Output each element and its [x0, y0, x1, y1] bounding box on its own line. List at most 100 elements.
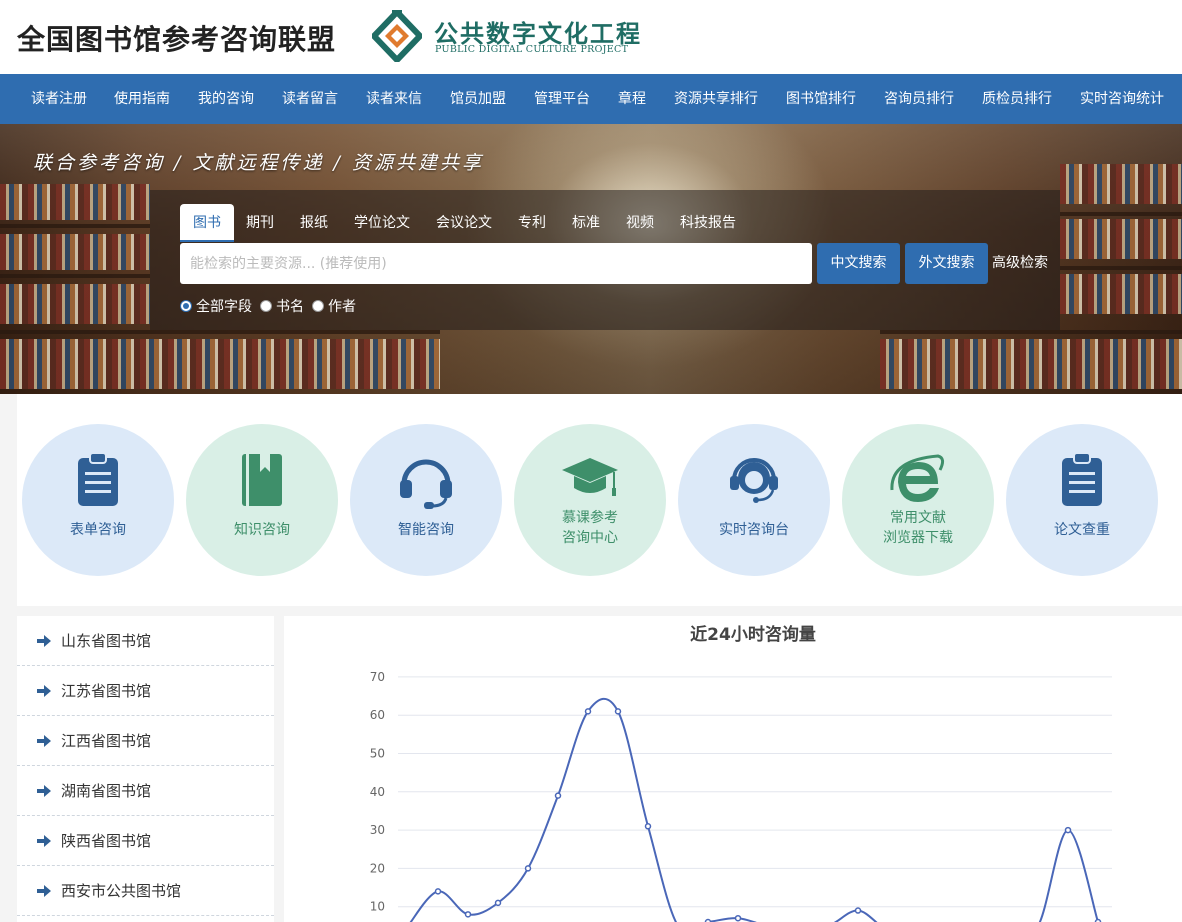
y-tick-label: 30 [370, 823, 385, 837]
book-icon [242, 454, 282, 506]
search-panel: 图书 期刊 报纸 学位论文 会议论文 专利 标准 视频 科技报告 中文搜索 外文… [150, 190, 1060, 330]
service-mooc-center[interactable]: 慕课参考 咨询中心 [514, 424, 666, 576]
bookshelf-decoration [1060, 164, 1182, 204]
search-input[interactable] [180, 243, 812, 284]
search-tab-patents[interactable]: 专利 [518, 204, 546, 242]
shelf-divider [0, 274, 150, 278]
series-line [409, 697, 1099, 922]
nav-item-admin-platform[interactable]: 管理平台 [534, 74, 590, 124]
y-tick-label: 50 [370, 747, 385, 761]
service-browser-download[interactable]: 常用文献 浏览器下载 [842, 424, 994, 576]
ie-browser-icon [890, 454, 945, 502]
data-point[interactable] [854, 907, 862, 914]
y-tick-label: 70 [370, 670, 385, 684]
service-smart-consult[interactable]: 智能咨询 [350, 424, 502, 576]
radio-button[interactable] [260, 300, 272, 312]
shelf-divider [1060, 266, 1182, 270]
library-name: 江苏省图书馆 [61, 682, 152, 700]
consult-volume-chart: 近24小时咨询量 10 20 30 40 50 60 70 [284, 616, 1182, 922]
nav-item-librarian-join[interactable]: 馆员加盟 [450, 74, 506, 124]
search-tab-journals[interactable]: 期刊 [246, 204, 274, 242]
library-link-shaanxi[interactable]: 陕西省图书馆 [17, 816, 274, 866]
bookshelf-decoration [1060, 274, 1182, 314]
service-knowledge-consult[interactable]: 知识咨询 [186, 424, 338, 576]
radio-author[interactable]: 作者 [312, 296, 356, 316]
arrow-right-icon [37, 835, 51, 847]
radio-title[interactable]: 书名 [260, 296, 304, 316]
nav-item-consultant-ranking[interactable]: 咨询员排行 [884, 74, 954, 124]
graduation-cap-icon [562, 458, 618, 496]
data-point[interactable] [464, 911, 472, 918]
search-tab-newspapers[interactable]: 报纸 [300, 204, 328, 242]
nav-item-realtime-stats[interactable]: 实时咨询统计 [1080, 74, 1164, 124]
data-point[interactable] [734, 914, 742, 922]
y-tick-label: 60 [370, 708, 385, 722]
data-point[interactable] [434, 888, 442, 895]
radio-button[interactable] [180, 300, 192, 312]
service-paper-check[interactable]: 论文查重 [1006, 424, 1158, 576]
service-label: 常用文献 [890, 510, 946, 526]
service-label: 知识咨询 [234, 522, 290, 538]
advanced-search-link[interactable]: 高级检索 [992, 243, 1048, 284]
clipboard-icon [78, 452, 118, 506]
library-link-hunan[interactable]: 湖南省图书馆 [17, 766, 274, 816]
library-name: 江西省图书馆 [61, 732, 152, 750]
search-field-options: 全部字段 书名 作者 [180, 296, 364, 316]
nav-item-my-consult[interactable]: 我的咨询 [198, 74, 254, 124]
shelf-divider [0, 330, 440, 334]
search-tab-tech-reports[interactable]: 科技报告 [680, 204, 736, 242]
search-tab-theses[interactable]: 学位论文 [354, 204, 410, 242]
radio-label: 书名 [276, 299, 304, 315]
service-label: 实时咨询台 [719, 522, 789, 538]
data-point[interactable] [554, 792, 562, 799]
y-tick-label: 10 [370, 900, 385, 914]
main-nav: 读者注册 使用指南 我的咨询 读者留言 读者来信 馆员加盟 管理平台 章程 资源… [0, 74, 1182, 124]
y-tick-label: 40 [370, 785, 385, 799]
data-point[interactable] [644, 823, 652, 830]
site-title[interactable]: 全国图书馆参考咨询联盟 [17, 18, 336, 58]
foreign-search-button[interactable]: 外文搜索 [905, 243, 988, 284]
service-label: 表单咨询 [70, 522, 126, 538]
library-link-jiangxi[interactable]: 江西省图书馆 [17, 716, 274, 766]
service-label-line2: 浏览器下载 [883, 530, 953, 546]
search-tab-conference-papers[interactable]: 会议论文 [436, 204, 492, 242]
chinese-search-button[interactable]: 中文搜索 [817, 243, 900, 284]
radio-label: 全部字段 [196, 299, 252, 315]
search-tab-videos[interactable]: 视频 [626, 204, 654, 242]
nav-item-reader-letter[interactable]: 读者来信 [366, 74, 422, 124]
service-realtime-desk[interactable]: 实时咨询台 [678, 424, 830, 576]
radio-label: 作者 [328, 299, 356, 315]
data-point[interactable] [524, 865, 532, 872]
nav-item-reader-register[interactable]: 读者注册 [31, 74, 87, 124]
radio-button[interactable] [312, 300, 324, 312]
data-point[interactable] [1064, 826, 1072, 834]
radio-all-fields[interactable]: 全部字段 [180, 296, 252, 316]
nav-item-resource-ranking[interactable]: 资源共享排行 [674, 74, 758, 124]
arrow-right-icon [37, 735, 51, 747]
search-tab-standards[interactable]: 标准 [572, 204, 600, 242]
nav-item-reader-message[interactable]: 读者留言 [282, 74, 338, 124]
search-tab-books[interactable]: 图书 [180, 204, 234, 242]
banner-slogan: 联合参考咨询 / 文献远程传递 / 资源共建共享 [33, 152, 484, 174]
clipboard-icon [1062, 452, 1102, 506]
data-point[interactable] [584, 708, 592, 715]
shelf-divider [0, 224, 150, 228]
nav-item-charter[interactable]: 章程 [618, 74, 646, 124]
library-link-jiangsu[interactable]: 江苏省图书馆 [17, 666, 274, 716]
nav-item-guide[interactable]: 使用指南 [114, 74, 170, 124]
arrow-right-icon [37, 685, 51, 697]
library-link-xian[interactable]: 西安市公共图书馆 [17, 866, 274, 916]
library-name: 山东省图书馆 [61, 632, 152, 650]
digital-culture-logo-icon[interactable] [372, 10, 422, 62]
library-link-shandong[interactable]: 山东省图书馆 [17, 616, 274, 666]
service-form-consult[interactable]: 表单咨询 [22, 424, 174, 576]
data-point[interactable] [614, 708, 622, 715]
nav-item-library-ranking[interactable]: 图书馆排行 [786, 74, 856, 124]
library-list: 山东省图书馆 江苏省图书馆 江西省图书馆 湖南省图书馆 陕西省图书馆 西安市公共… [17, 616, 274, 922]
shelf-divider [880, 330, 1182, 334]
arrow-right-icon [37, 885, 51, 897]
bookshelf-decoration [0, 339, 440, 389]
nav-item-inspector-ranking[interactable]: 质检员排行 [982, 74, 1052, 124]
data-point[interactable] [494, 899, 502, 907]
y-tick-label: 20 [370, 861, 385, 875]
